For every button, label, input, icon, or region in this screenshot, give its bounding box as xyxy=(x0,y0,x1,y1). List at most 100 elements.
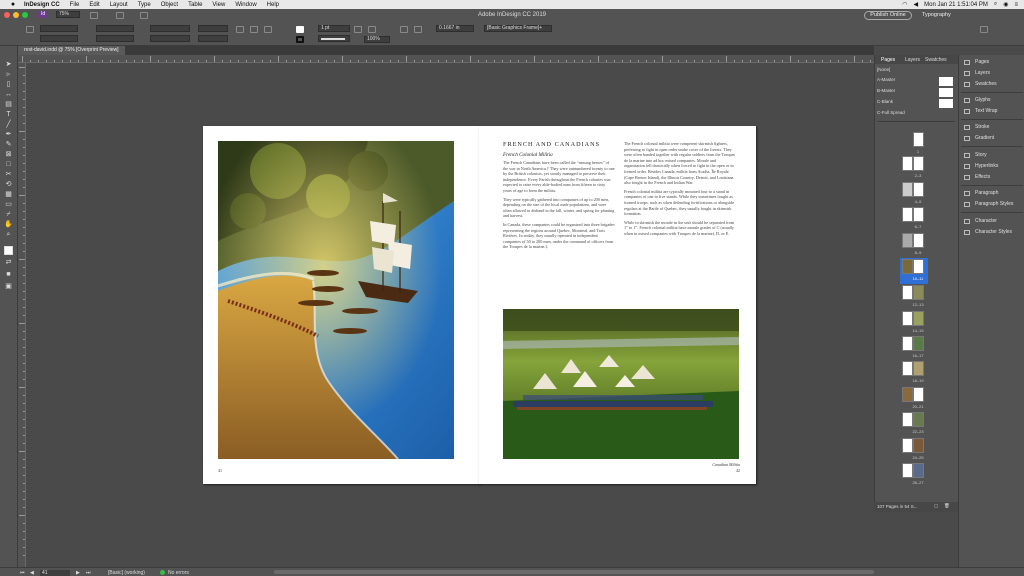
page-thumbnail[interactable] xyxy=(902,207,913,222)
militia-diorama-photo[interactable] xyxy=(503,309,739,459)
effects-icon[interactable] xyxy=(368,26,376,33)
page-tool-icon[interactable]: ▯ xyxy=(4,80,13,89)
page-thumbnail[interactable] xyxy=(913,156,924,171)
menu-list-icon[interactable]: ≡ xyxy=(1014,2,1018,8)
search-icon[interactable]: ⌕ xyxy=(994,1,997,8)
wifi-icon[interactable]: ◠ xyxy=(902,1,907,8)
menu-view[interactable]: View xyxy=(212,2,225,8)
stroke-swatch[interactable] xyxy=(296,36,304,43)
horizontal-scrollbar[interactable] xyxy=(274,570,874,574)
page-thumbnail[interactable] xyxy=(902,285,913,300)
page-thumbnail[interactable] xyxy=(902,182,913,197)
first-page-icon[interactable]: ⏮ xyxy=(20,570,25,576)
page-thumbnail[interactable] xyxy=(913,182,924,197)
dock-hyperlinks[interactable]: Hyperlinks xyxy=(961,162,1023,171)
dock-paragraph[interactable]: Paragraph xyxy=(961,189,1023,198)
width-field[interactable] xyxy=(96,25,134,32)
master-a[interactable]: A-Master xyxy=(877,77,955,86)
master-none[interactable]: [None] xyxy=(877,67,955,76)
ship-diorama-photo[interactable] xyxy=(218,141,454,459)
pencil-tool-icon[interactable]: ✎ xyxy=(4,140,13,149)
dock-pages[interactable]: Pages xyxy=(961,58,1023,67)
zoom-tool-icon[interactable]: ⌕ xyxy=(4,230,13,239)
page-thumbnail[interactable] xyxy=(913,361,924,376)
menu-help[interactable]: Help xyxy=(267,2,279,8)
menu-edit[interactable]: Edit xyxy=(89,2,99,8)
menu-type[interactable]: Type xyxy=(138,2,151,8)
user-icon[interactable]: ◉ xyxy=(1003,1,1008,8)
page-thumbnail[interactable] xyxy=(913,463,924,478)
tab-swatches[interactable]: Swatches xyxy=(925,57,947,63)
page-thumbnail[interactable] xyxy=(913,233,924,248)
page-thumbnail[interactable] xyxy=(902,311,913,326)
gradient-tool-icon[interactable]: ▦ xyxy=(4,190,13,199)
dock-effects[interactable]: Effects xyxy=(961,173,1023,182)
object-style-select[interactable]: [Basic Graphics Frame]+ xyxy=(484,25,552,32)
dock-layers[interactable]: Layers xyxy=(961,69,1023,78)
page-thumbnail[interactable] xyxy=(902,438,913,453)
drop-shadow-icon[interactable] xyxy=(354,26,362,33)
dock-glyphs[interactable]: Glyphs xyxy=(961,96,1023,105)
page-thumbnail[interactable] xyxy=(902,361,913,376)
prev-page-icon[interactable]: ◀ xyxy=(30,570,34,576)
volume-icon[interactable]: ◀ xyxy=(914,1,919,8)
page-thumbnail[interactable] xyxy=(913,336,924,351)
eyedropper-tool-icon[interactable]: ⌿ xyxy=(4,210,13,219)
rotate-field[interactable] xyxy=(198,25,228,32)
menu-window[interactable]: Window xyxy=(235,2,256,8)
pen-tool-icon[interactable]: ✒ xyxy=(4,130,13,139)
scale-x-field[interactable] xyxy=(150,25,190,32)
page-thumbnail[interactable] xyxy=(902,412,913,427)
page-thumbnail[interactable] xyxy=(902,463,913,478)
page-thumbnail[interactable] xyxy=(913,438,924,453)
page-thumbnail[interactable] xyxy=(913,132,924,147)
page-thumbnail[interactable] xyxy=(913,285,924,300)
fill-color-icon[interactable] xyxy=(4,246,13,255)
dock-swatches[interactable]: Swatches xyxy=(961,80,1023,89)
page-thumbnail[interactable] xyxy=(902,233,913,248)
dock-gradient[interactable]: Gradient xyxy=(961,134,1023,143)
menu-object[interactable]: Object xyxy=(161,2,178,8)
page-thumbnail[interactable] xyxy=(902,387,913,402)
dock-story[interactable]: Story xyxy=(961,151,1023,160)
page-thumbnail[interactable] xyxy=(913,311,924,326)
left-page[interactable]: 41 xyxy=(203,126,480,484)
page-thumbnail[interactable] xyxy=(913,259,924,274)
preflight-status[interactable]: No errors xyxy=(168,570,189,576)
frame-tool-icon[interactable]: ⊠ xyxy=(4,150,13,159)
trash-icon[interactable]: 🗑 xyxy=(944,503,950,509)
direct-selection-icon[interactable]: ▹ xyxy=(4,70,13,79)
type-tool-icon[interactable]: T xyxy=(4,110,13,119)
menu-file[interactable]: File xyxy=(70,2,80,8)
text-column-1[interactable]: The French Canadians have been called th… xyxy=(503,160,615,253)
preflight-profile[interactable]: [Basic] (working) xyxy=(108,570,145,576)
master-b[interactable]: B-Master xyxy=(877,88,955,97)
page-thumbnail[interactable] xyxy=(913,387,924,402)
shear-field[interactable] xyxy=(198,35,228,42)
document-tab[interactable]: rest-david.indd @ 75% [Overprint Preview… xyxy=(18,46,125,55)
select-container-icon[interactable] xyxy=(264,26,272,33)
app-menu[interactable]: InDesign CC xyxy=(24,2,60,8)
publish-online-button[interactable]: Publish Online xyxy=(864,11,912,20)
opacity-field[interactable]: 100% xyxy=(364,36,390,43)
rectangle-tool-icon[interactable]: □ xyxy=(4,160,13,169)
dock-character-styles[interactable]: Character Styles xyxy=(961,228,1023,237)
master-c-blank[interactable]: C-Blank xyxy=(877,99,955,108)
menu-layout[interactable]: Layout xyxy=(110,2,128,8)
clock[interactable]: Mon Jan 21 1:51:04 PM xyxy=(924,2,988,8)
gap-tool-icon[interactable]: ↔ xyxy=(4,90,13,99)
menu-table[interactable]: Table xyxy=(188,2,202,8)
apple-icon[interactable]: ● xyxy=(8,1,18,8)
right-page[interactable]: FRENCH AND CANADIANS French Colonial Mil… xyxy=(479,126,756,484)
x-field[interactable] xyxy=(40,25,78,32)
tab-pages[interactable]: Pages xyxy=(881,57,895,63)
dock-character[interactable]: Character xyxy=(961,217,1023,226)
fitting-icon[interactable] xyxy=(400,26,408,33)
new-page-icon[interactable]: ▢ xyxy=(934,503,938,509)
reference-point-icon[interactable] xyxy=(26,26,34,33)
selection-tool-icon[interactable]: ➤ xyxy=(4,60,13,69)
hand-tool-icon[interactable]: ✋ xyxy=(4,220,13,229)
page-thumbnail[interactable] xyxy=(902,156,913,171)
transform-tool-icon[interactable]: ⟲ xyxy=(4,180,13,189)
page-thumbnail[interactable] xyxy=(902,259,913,274)
